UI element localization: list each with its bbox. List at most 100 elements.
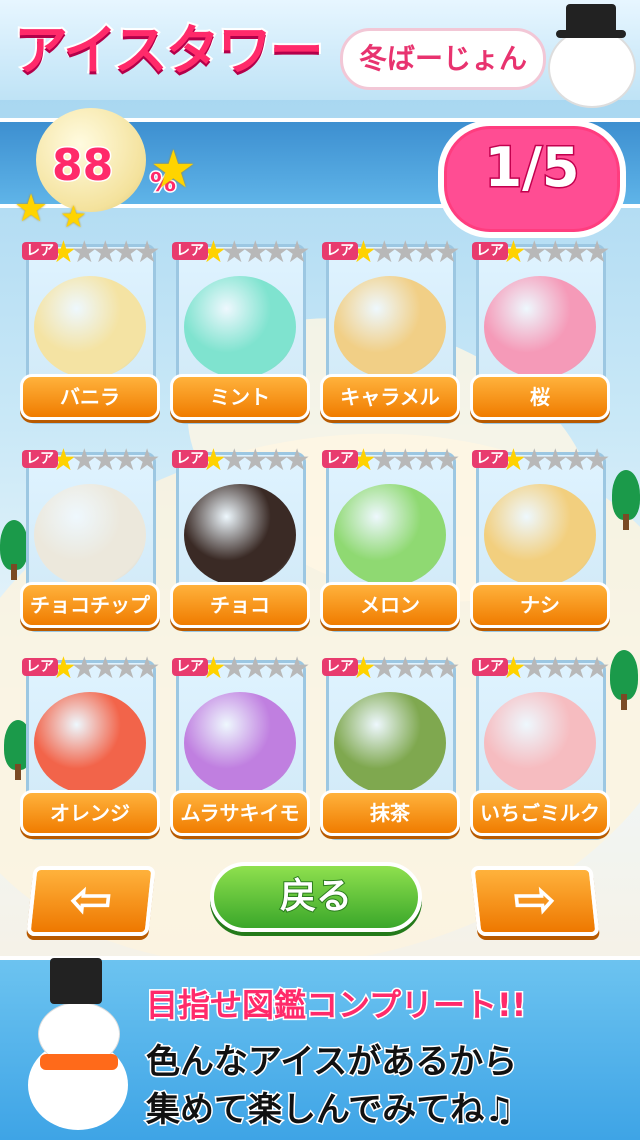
- star-icon: ★: [70, 235, 98, 270]
- star-icon: ★: [241, 235, 269, 270]
- rarity-stars: ★★★★★: [350, 235, 461, 270]
- footer-headline: 目指せ図鑑コンプリート!!: [144, 985, 527, 1026]
- flavor-card[interactable]: ★★★★★ レアチョコチップ: [20, 443, 161, 634]
- flavor-name-button[interactable]: メロン: [320, 582, 460, 628]
- rarity-label: レア: [472, 242, 508, 260]
- star-icon: ★: [541, 443, 569, 478]
- flavor-card[interactable]: ★★★★★ レア メロン: [320, 444, 461, 634]
- ice-cream-scoop-icon: [34, 484, 146, 586]
- rarity-meter: ★★★★★ レア: [320, 236, 468, 270]
- rarity-meter: ★★★★★ レア: [20, 652, 168, 686]
- flavor-card[interactable]: ★★★★★ レアキャラメル: [320, 236, 461, 426]
- star-icon: ★: [112, 651, 140, 686]
- rarity-label: レア: [22, 658, 58, 676]
- rarity-label: レア: [172, 242, 208, 260]
- star-icon: ★: [412, 235, 440, 270]
- star-icon: ★: [562, 443, 590, 478]
- header: アイスタワー 冬ばーじょん: [0, 0, 640, 108]
- ice-cream-scoop-icon: [334, 484, 446, 586]
- rarity-label: レア: [322, 450, 358, 468]
- flavor-card[interactable]: ★★★★★ レア桜: [470, 236, 611, 426]
- star-icon: ★: [283, 443, 311, 478]
- ice-cream-scoop-icon: [184, 692, 296, 794]
- rarity-label: レア: [22, 450, 58, 468]
- star-icon: ★: [70, 651, 98, 686]
- rarity-label: レア: [322, 242, 358, 260]
- flavor-card[interactable]: ★★★★★ レア オレンジ: [20, 652, 161, 842]
- flavor-name-button[interactable]: チョコ: [170, 582, 310, 628]
- star-icon: ★: [391, 235, 419, 270]
- flavor-name-button[interactable]: いちごミルク: [470, 790, 610, 836]
- snowman-icon: [548, 28, 636, 108]
- star-icon: ★: [91, 443, 119, 478]
- prev-page-button[interactable]: ⇦: [26, 866, 156, 936]
- flavor-card[interactable]: ★★★★★ レア ナシ: [470, 443, 611, 634]
- star-icon: ★: [412, 651, 440, 686]
- flavor-card[interactable]: ★★★★★ レア ミント: [170, 235, 311, 426]
- completion-percent: 88: [50, 139, 114, 193]
- rarity-label: レア: [172, 450, 208, 468]
- star-icon: ★: [412, 443, 440, 478]
- rarity-stars: ★★★★★: [50, 235, 161, 270]
- star-icon: ★: [370, 443, 398, 478]
- ice-cream-scoop-icon: [184, 484, 296, 586]
- rarity-meter: ★★★★★ レア: [470, 652, 618, 686]
- star-icon: ★: [433, 235, 461, 270]
- star-icon: ★: [541, 651, 569, 686]
- flavor-card[interactable]: ★★★★★ レア いちごミルク: [470, 652, 611, 842]
- next-page-button[interactable]: ⇨: [470, 866, 600, 936]
- snowman-icon: [22, 958, 134, 1130]
- ice-cream-scoop-icon: [334, 692, 446, 794]
- rarity-meter: ★★★★★ レア: [320, 444, 468, 478]
- star-icon: ★: [370, 651, 398, 686]
- flavor-name-button[interactable]: キャラメル: [320, 374, 460, 420]
- flavor-name-button[interactable]: チョコチップ: [20, 582, 160, 628]
- rarity-stars: ★★★★★: [350, 651, 461, 686]
- star-icon: ★: [220, 235, 248, 270]
- rarity-stars: ★★★★★: [50, 651, 161, 686]
- star-icon: ★: [241, 443, 269, 478]
- rarity-stars: ★★★★★: [350, 443, 461, 478]
- star-icon: ★: [433, 651, 461, 686]
- game-subtitle: 冬ばーじょん: [340, 28, 546, 90]
- flavor-name-button[interactable]: ナシ: [470, 582, 610, 628]
- rarity-stars: ★★★★★: [500, 235, 611, 270]
- page-indicator: 1/5: [483, 135, 581, 201]
- flavor-card[interactable]: ★★★★★ レアバニラ: [20, 236, 161, 426]
- flavor-name-button[interactable]: ムラサキイモ: [170, 790, 310, 836]
- flavor-name-button[interactable]: 桜: [470, 374, 610, 420]
- rarity-stars: ★★★★★: [50, 443, 161, 478]
- star-icon: ★: [583, 651, 611, 686]
- rarity-meter: ★★★★★ レア: [470, 236, 618, 270]
- ice-cream-scoop-icon: [334, 276, 446, 378]
- rarity-stars: ★★★★★: [200, 651, 311, 686]
- rarity-label: レア: [172, 658, 208, 676]
- footer-text-line: 色んなアイスがあるから: [144, 1041, 518, 1084]
- game-title: アイスタワー: [12, 17, 326, 84]
- ice-cream-scoop-icon: [484, 484, 596, 586]
- right-arrow-icon: ⇨: [509, 870, 560, 930]
- flavor-card[interactable]: ★★★★★ レア チョコ: [170, 444, 311, 634]
- rarity-meter: ★★★★★ レア: [170, 444, 318, 478]
- star-icon: ★: [583, 235, 611, 270]
- top-hat-icon: [556, 4, 626, 38]
- star-icon: ★: [370, 235, 398, 270]
- star-icon: ★: [241, 651, 269, 686]
- star-icon: ★: [70, 443, 98, 478]
- rarity-label: レア: [22, 242, 58, 260]
- flavor-card[interactable]: ★★★★★ レア 抹茶: [320, 651, 461, 842]
- rarity-label: レア: [472, 658, 508, 676]
- flavor-card[interactable]: ★★★★★ レアムラサキイモ: [170, 651, 311, 842]
- flavor-name-button[interactable]: オレンジ: [20, 790, 160, 836]
- rarity-meter: ★★★★★ レア: [20, 236, 168, 270]
- flavor-name-button[interactable]: バニラ: [20, 374, 160, 420]
- back-button[interactable]: 戻る: [210, 862, 422, 932]
- ice-cream-scoop-icon: [34, 692, 146, 794]
- ice-cream-scoop-icon: [484, 692, 596, 794]
- rarity-stars: ★★★★★: [500, 443, 611, 478]
- flavor-name-button[interactable]: ミント: [170, 374, 310, 420]
- star-icon: ★: [220, 443, 248, 478]
- rarity-stars: ★★★★★: [500, 651, 611, 686]
- flavor-name-button[interactable]: 抹茶: [320, 790, 460, 836]
- star-icon: ★: [541, 235, 569, 270]
